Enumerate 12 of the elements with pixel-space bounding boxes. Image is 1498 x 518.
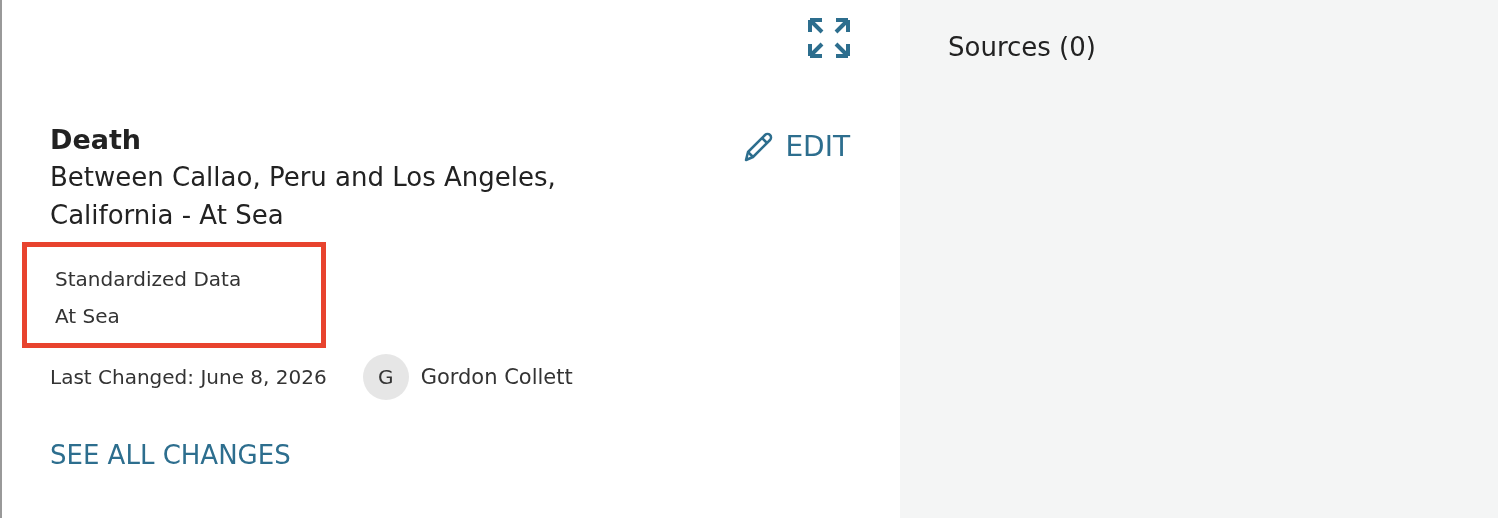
standardized-value: At Sea <box>55 303 121 330</box>
user-avatar: G <box>362 354 409 400</box>
expand-icon <box>808 18 850 58</box>
event-title: Death <box>50 123 143 157</box>
standardized-label: Standardized Data <box>55 266 243 293</box>
sources-title: Sources (0) <box>948 32 1097 62</box>
edit-button[interactable]: EDIT <box>743 130 850 163</box>
last-changed-text: Last Changed: June 8, 2026 <box>50 365 327 389</box>
user-name: Gordon Collett <box>420 365 573 389</box>
expand-button[interactable] <box>808 18 850 58</box>
event-place: Between Callao, Peru and Los Angeles, California - At Sea <box>50 161 557 232</box>
see-all-changes-link[interactable]: SEE ALL CHANGES <box>50 440 291 470</box>
